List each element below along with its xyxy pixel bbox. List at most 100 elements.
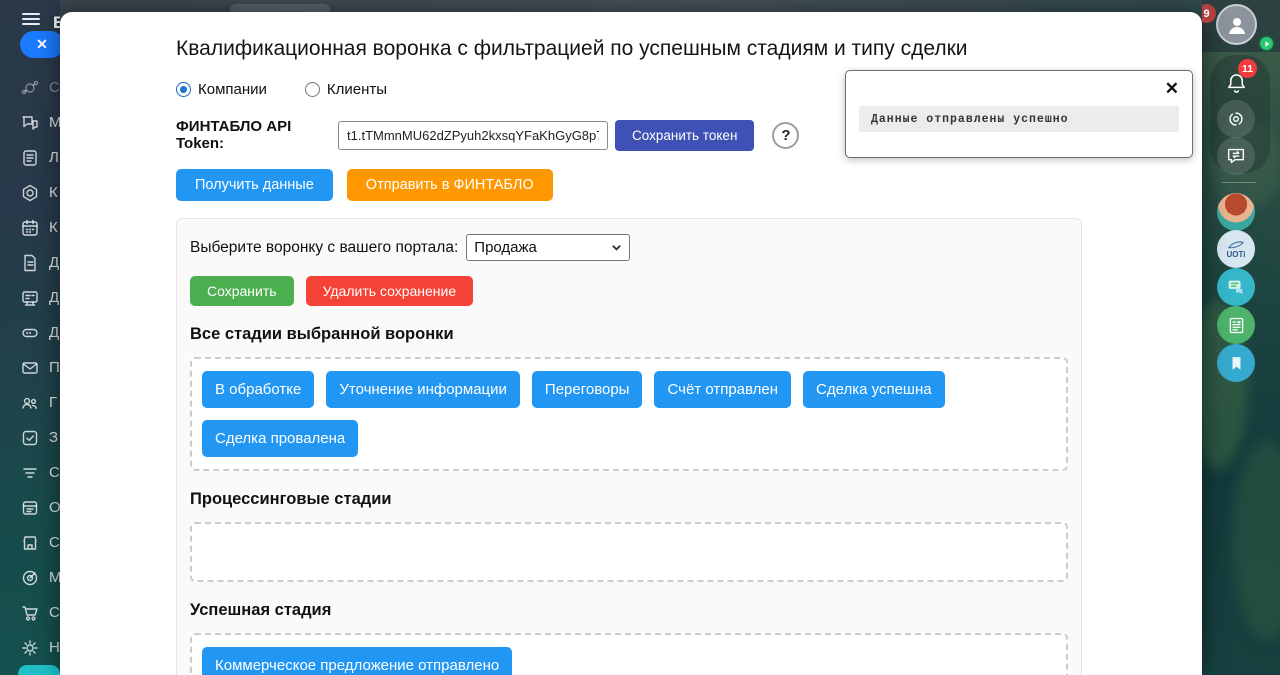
online-status-badge: [1258, 35, 1275, 52]
drive-icon: [22, 328, 38, 337]
chat-app-button[interactable]: [1217, 268, 1255, 306]
sidebar-item-12[interactable]: О: [0, 490, 60, 525]
funnel-icon: [23, 467, 37, 478]
chats-icon: [22, 115, 38, 130]
sidebar-bottom-button[interactable]: [18, 665, 60, 675]
board-icon: [22, 290, 38, 306]
processing-stages-dropzone: [190, 522, 1068, 582]
target-icon: [22, 570, 38, 585]
api-token-input[interactable]: [338, 120, 608, 150]
background-grass-blob: [1232, 440, 1280, 640]
all-stages-dropzone: В обработке Уточнение информации Перегов…: [190, 357, 1068, 471]
actions-row: Получить данные Отправить в ФИНТАБЛО: [176, 169, 1083, 201]
logo-letter: Б: [53, 13, 60, 32]
uoti-label: UOTi: [1226, 249, 1246, 259]
sidebar-item-16[interactable]: Н: [0, 630, 60, 665]
funnel-select-value: Продажа: [474, 239, 537, 256]
sidebar-item-6[interactable]: Д: [0, 280, 60, 315]
calendar-icon: [22, 219, 38, 236]
sidebar-item-7[interactable]: Д: [0, 315, 60, 350]
stage-button[interactable]: Уточнение информации: [326, 371, 520, 408]
funnel-select-label: Выберите воронку с вашего портала:: [190, 238, 459, 256]
contact-avatar[interactable]: [1217, 193, 1255, 231]
get-data-button[interactable]: Получить данные: [176, 169, 333, 201]
sidebar-item-2[interactable]: Л: [0, 140, 60, 175]
radio-companies[interactable]: Компании: [176, 81, 267, 98]
stage-button[interactable]: Счёт отправлен: [654, 371, 792, 408]
sidebar-item-9[interactable]: Г: [0, 385, 60, 420]
radio-unselected-icon[interactable]: [304, 82, 320, 97]
radio-selected-icon[interactable]: [176, 82, 191, 97]
section-success-heading: Успешная стадия: [190, 601, 332, 619]
document-icon: [24, 254, 36, 271]
gear-icon: [22, 639, 38, 656]
funnel-select[interactable]: Продажа: [466, 234, 631, 261]
feed-icon: [23, 149, 37, 166]
sidebar-item-4[interactable]: К: [0, 210, 60, 245]
envelope-icon: [22, 361, 38, 374]
stage-button[interactable]: Сделка провалена: [202, 420, 359, 457]
bookmark-app-button[interactable]: [1217, 344, 1255, 382]
menu-burger-icon[interactable]: [22, 13, 40, 26]
chevron-down-icon: [612, 245, 622, 251]
people-icon: [22, 397, 37, 409]
cart-icon: [22, 605, 38, 621]
sidebar-item-10[interactable]: З: [0, 420, 60, 455]
sidebar-item-11[interactable]: С: [0, 455, 60, 490]
screen: Б ✕ С М Л К К Д Д Д П Г З С О С М С Н 9 …: [0, 0, 1280, 675]
stage-button[interactable]: В обработке: [202, 371, 315, 408]
sidebar-close-button[interactable]: ✕: [20, 31, 60, 58]
token-label: ФИНТАБЛО API Token:: [176, 118, 292, 152]
delete-save-button[interactable]: Удалить сохранение: [305, 276, 474, 306]
atom-icon: [21, 80, 39, 94]
task-check-icon: [22, 430, 38, 445]
radio-clients-label: Клиенты: [326, 81, 388, 98]
success-stage-dropzone: Коммерческое предложение отправлено: [190, 633, 1068, 675]
page-title: Квалификационная воронка с фильтрацией п…: [176, 37, 968, 60]
spiral-icon: [1229, 112, 1243, 126]
save-button[interactable]: Сохранить: [190, 276, 294, 306]
store-icon: [23, 535, 37, 550]
stage-button[interactable]: Коммерческое предложение отправлено: [202, 647, 513, 675]
bookmark-icon: [1232, 356, 1240, 370]
send-fintablo-button[interactable]: Отправить в ФИНТАБЛО: [346, 169, 553, 201]
sidebar-item-1[interactable]: М: [0, 105, 60, 140]
support-button[interactable]: [1217, 100, 1255, 138]
sidebar-item-5[interactable]: Д: [0, 245, 60, 280]
feather-icon: [1227, 240, 1245, 248]
news-doc-icon: [1229, 317, 1243, 333]
funnel-panel: Выберите воронку с вашего портала: Прода…: [176, 218, 1082, 675]
stage-button[interactable]: Переговоры: [531, 371, 643, 408]
section-processing-heading: Процессинговые стадии: [190, 490, 392, 508]
chat-sync-icon: [1227, 148, 1245, 164]
toast-close-button[interactable]: ✕: [1165, 79, 1179, 99]
toast-message: Данные отправлены успешно: [859, 106, 1179, 132]
radio-companies-label: Компании: [198, 81, 267, 98]
comments-icon: [1228, 280, 1243, 295]
help-button[interactable]: ?: [772, 121, 800, 149]
sidebar-item-0[interactable]: С: [0, 70, 60, 105]
sidebar-item-13[interactable]: С: [0, 525, 60, 560]
sidebar-menu: С М Л К К Д Д Д П Г З С О С М С Н: [0, 70, 60, 665]
toast-notification: ✕ Данные отправлены успешно: [845, 70, 1193, 158]
notifications-count-badge: 11: [1238, 59, 1257, 78]
sidebar-item-8[interactable]: П: [0, 350, 60, 385]
play-icon: [1264, 40, 1269, 47]
hexagon-icon: [22, 184, 38, 201]
right-rail: 9 11 UOTi: [1202, 0, 1280, 675]
uoti-app-button[interactable]: UOTi: [1217, 230, 1255, 268]
rail-divider: [1222, 182, 1256, 183]
section-all-stages-heading: Все стадии выбранной воронки: [190, 325, 454, 343]
save-token-button[interactable]: Сохранить токен: [615, 119, 755, 151]
open-lines-button[interactable]: [1217, 137, 1255, 175]
news-app-button[interactable]: [1217, 306, 1255, 344]
sidebar-item-15[interactable]: С: [0, 595, 60, 630]
stage-button[interactable]: Сделка успешна: [803, 371, 945, 408]
radio-clients[interactable]: Клиенты: [304, 81, 388, 98]
person-icon: [1228, 17, 1245, 34]
box-list-icon: [22, 500, 38, 515]
left-sidebar: Б ✕ С М Л К К Д Д Д П Г З С О С М С Н: [0, 0, 60, 675]
sidebar-item-3[interactable]: К: [0, 175, 60, 210]
sidebar-item-14[interactable]: М: [0, 560, 60, 595]
user-avatar[interactable]: [1216, 4, 1275, 52]
